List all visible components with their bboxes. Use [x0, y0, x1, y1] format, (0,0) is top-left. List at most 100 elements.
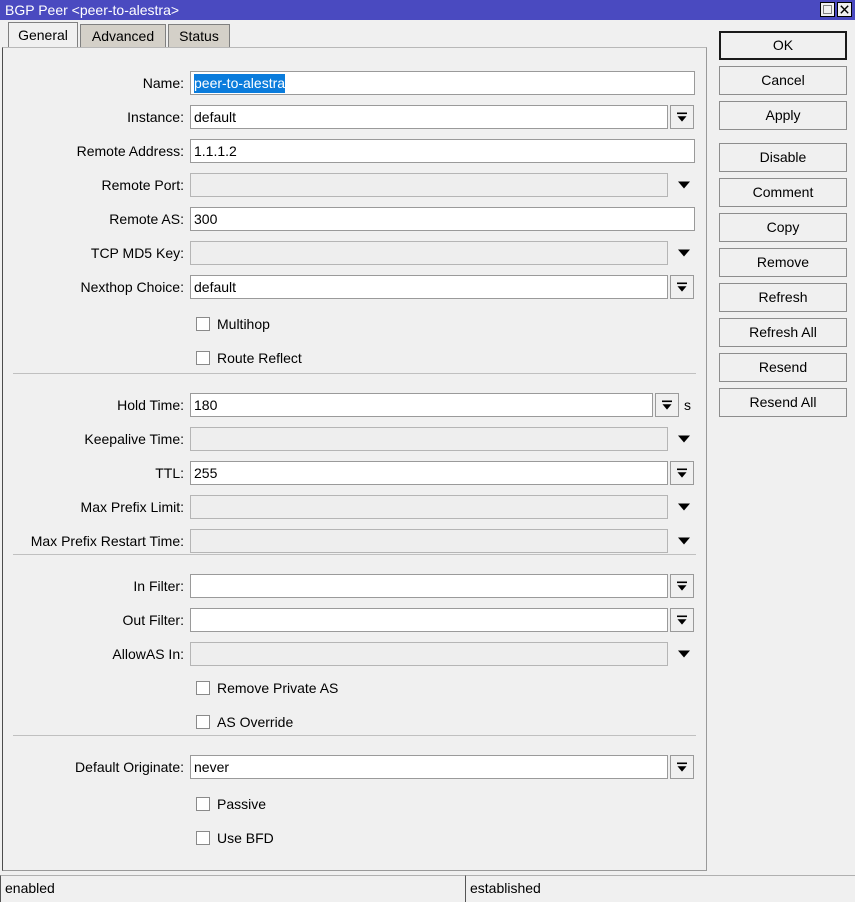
label-tcp-md5-key: TCP MD5 Key:: [3, 245, 190, 261]
title-bar-buttons: [820, 2, 852, 17]
spinner-button-ttl[interactable]: [670, 461, 694, 485]
input-tcp-md5-key: [190, 241, 668, 265]
input-in-filter[interactable]: [190, 574, 668, 598]
checkbox-label-remove-private-as: Remove Private AS: [217, 680, 338, 696]
disable-button[interactable]: Disable: [719, 143, 847, 172]
checkbox-row-as-override[interactable]: AS Override: [196, 711, 293, 733]
input-hold-time[interactable]: 180: [190, 393, 653, 417]
dropdown-arrow-allowas-in[interactable]: [672, 642, 696, 666]
form-row-remote-as: Remote AS:300: [3, 207, 695, 231]
spinner-button-default-originate[interactable]: [670, 755, 694, 779]
checkbox-label-use-bfd: Use BFD: [217, 830, 274, 846]
label-remote-port: Remote Port:: [3, 177, 190, 193]
form-row-allowas-in: AllowAS In:: [3, 642, 696, 666]
checkbox-row-route-reflect[interactable]: Route Reflect: [196, 347, 302, 369]
label-default-originate: Default Originate:: [3, 759, 190, 775]
dropdown-arrow-tcp-md5-key[interactable]: [672, 241, 696, 265]
spinner-arrow-icon: [660, 398, 674, 412]
checkbox-remove-private-as[interactable]: [196, 681, 210, 695]
tab-status[interactable]: Status: [168, 24, 230, 48]
remove-button[interactable]: Remove: [719, 248, 847, 277]
chevron-down-icon: [677, 649, 691, 659]
chevron-down-icon: [677, 502, 691, 512]
form-row-remote-address: Remote Address:1.1.1.2: [3, 139, 695, 163]
maximize-icon: [823, 5, 832, 14]
input-out-filter[interactable]: [190, 608, 668, 632]
spinner-button-in-filter[interactable]: [670, 574, 694, 598]
spinner-arrow-icon: [675, 110, 689, 124]
checkbox-row-passive[interactable]: Passive: [196, 793, 266, 815]
dropdown-arrow-remote-port[interactable]: [672, 173, 696, 197]
title-bar[interactable]: BGP Peer <peer-to-alestra>: [0, 0, 855, 20]
form-row-max-prefix-limit: Max Prefix Limit:: [3, 495, 696, 519]
input-default-originate[interactable]: never: [190, 755, 668, 779]
checkbox-row-remove-private-as[interactable]: Remove Private AS: [196, 677, 338, 699]
checkbox-multihop[interactable]: [196, 317, 210, 331]
form-row-name: Name:peer-to-alestra: [3, 71, 695, 95]
label-allowas-in: AllowAS In:: [3, 646, 190, 662]
refresh-button[interactable]: Refresh: [719, 283, 847, 312]
dropdown-arrow-keepalive-time[interactable]: [672, 427, 696, 451]
close-icon: [840, 5, 849, 14]
checkbox-label-multihop: Multihop: [217, 316, 270, 332]
label-keepalive-time: Keepalive Time:: [3, 431, 190, 447]
chevron-down-icon: [677, 180, 691, 190]
copy-button[interactable]: Copy: [719, 213, 847, 242]
spinner-button-nexthop-choice[interactable]: [670, 275, 694, 299]
bgp-peer-dialog: BGP Peer <peer-to-alestra> GeneralAdvanc…: [0, 0, 855, 902]
input-remote-as[interactable]: 300: [190, 207, 695, 231]
general-tab-panel: Name:peer-to-alestraInstance:defaultRemo…: [2, 47, 707, 871]
tab-general[interactable]: General: [8, 22, 78, 48]
form-row-in-filter: In Filter:: [3, 574, 694, 598]
form-row-ttl: TTL:255: [3, 461, 694, 485]
input-max-prefix-limit: [190, 495, 668, 519]
input-instance[interactable]: default: [190, 105, 668, 129]
checkbox-as-override[interactable]: [196, 715, 210, 729]
checkbox-label-route-reflect: Route Reflect: [217, 350, 302, 366]
comment-button[interactable]: Comment: [719, 178, 847, 207]
checkbox-row-multihop[interactable]: Multihop: [196, 313, 270, 335]
spinner-arrow-icon: [675, 579, 689, 593]
form-row-instance: Instance:default: [3, 105, 694, 129]
spinner-button-instance[interactable]: [670, 105, 694, 129]
resend-button[interactable]: Resend: [719, 353, 847, 382]
checkbox-label-passive: Passive: [217, 796, 266, 812]
refresh-all-button[interactable]: Refresh All: [719, 318, 847, 347]
resend-all-button[interactable]: Resend All: [719, 388, 847, 417]
apply-button[interactable]: Apply: [719, 101, 847, 130]
ok-button[interactable]: OK: [719, 31, 847, 60]
dropdown-arrow-max-prefix-restart-time[interactable]: [672, 529, 696, 553]
spinner-button-out-filter[interactable]: [670, 608, 694, 632]
tab-advanced[interactable]: Advanced: [80, 24, 166, 48]
checkbox-row-use-bfd[interactable]: Use BFD: [196, 827, 274, 849]
label-nexthop-choice: Nexthop Choice:: [3, 279, 190, 295]
selected-text: peer-to-alestra: [194, 74, 285, 93]
section-separator: [13, 735, 696, 736]
checkbox-use-bfd[interactable]: [196, 831, 210, 845]
form-row-hold-time: Hold Time:180s: [3, 393, 691, 417]
checkbox-passive[interactable]: [196, 797, 210, 811]
spinner-button-hold-time[interactable]: [655, 393, 679, 417]
input-remote-address[interactable]: 1.1.1.2: [190, 139, 695, 163]
label-instance: Instance:: [3, 109, 190, 125]
dropdown-arrow-max-prefix-limit[interactable]: [672, 495, 696, 519]
chevron-down-icon: [677, 248, 691, 258]
input-nexthop-choice[interactable]: default: [190, 275, 668, 299]
window-title: BGP Peer <peer-to-alestra>: [0, 0, 179, 20]
close-button[interactable]: [837, 2, 852, 17]
label-remote-as: Remote AS:: [3, 211, 190, 227]
chevron-down-icon: [677, 434, 691, 444]
status-enabled: enabled: [0, 875, 465, 902]
spinner-arrow-icon: [675, 280, 689, 294]
checkbox-route-reflect[interactable]: [196, 351, 210, 365]
input-name[interactable]: peer-to-alestra: [190, 71, 695, 95]
status-connection-state: established: [465, 875, 855, 902]
spinner-arrow-icon: [675, 760, 689, 774]
form-row-max-prefix-restart-time: Max Prefix Restart Time:: [3, 529, 696, 553]
form-row-keepalive-time: Keepalive Time:: [3, 427, 696, 451]
cancel-button[interactable]: Cancel: [719, 66, 847, 95]
input-ttl[interactable]: 255: [190, 461, 668, 485]
maximize-button[interactable]: [820, 2, 835, 17]
label-remote-address: Remote Address:: [3, 143, 190, 159]
label-max-prefix-limit: Max Prefix Limit:: [3, 499, 190, 515]
